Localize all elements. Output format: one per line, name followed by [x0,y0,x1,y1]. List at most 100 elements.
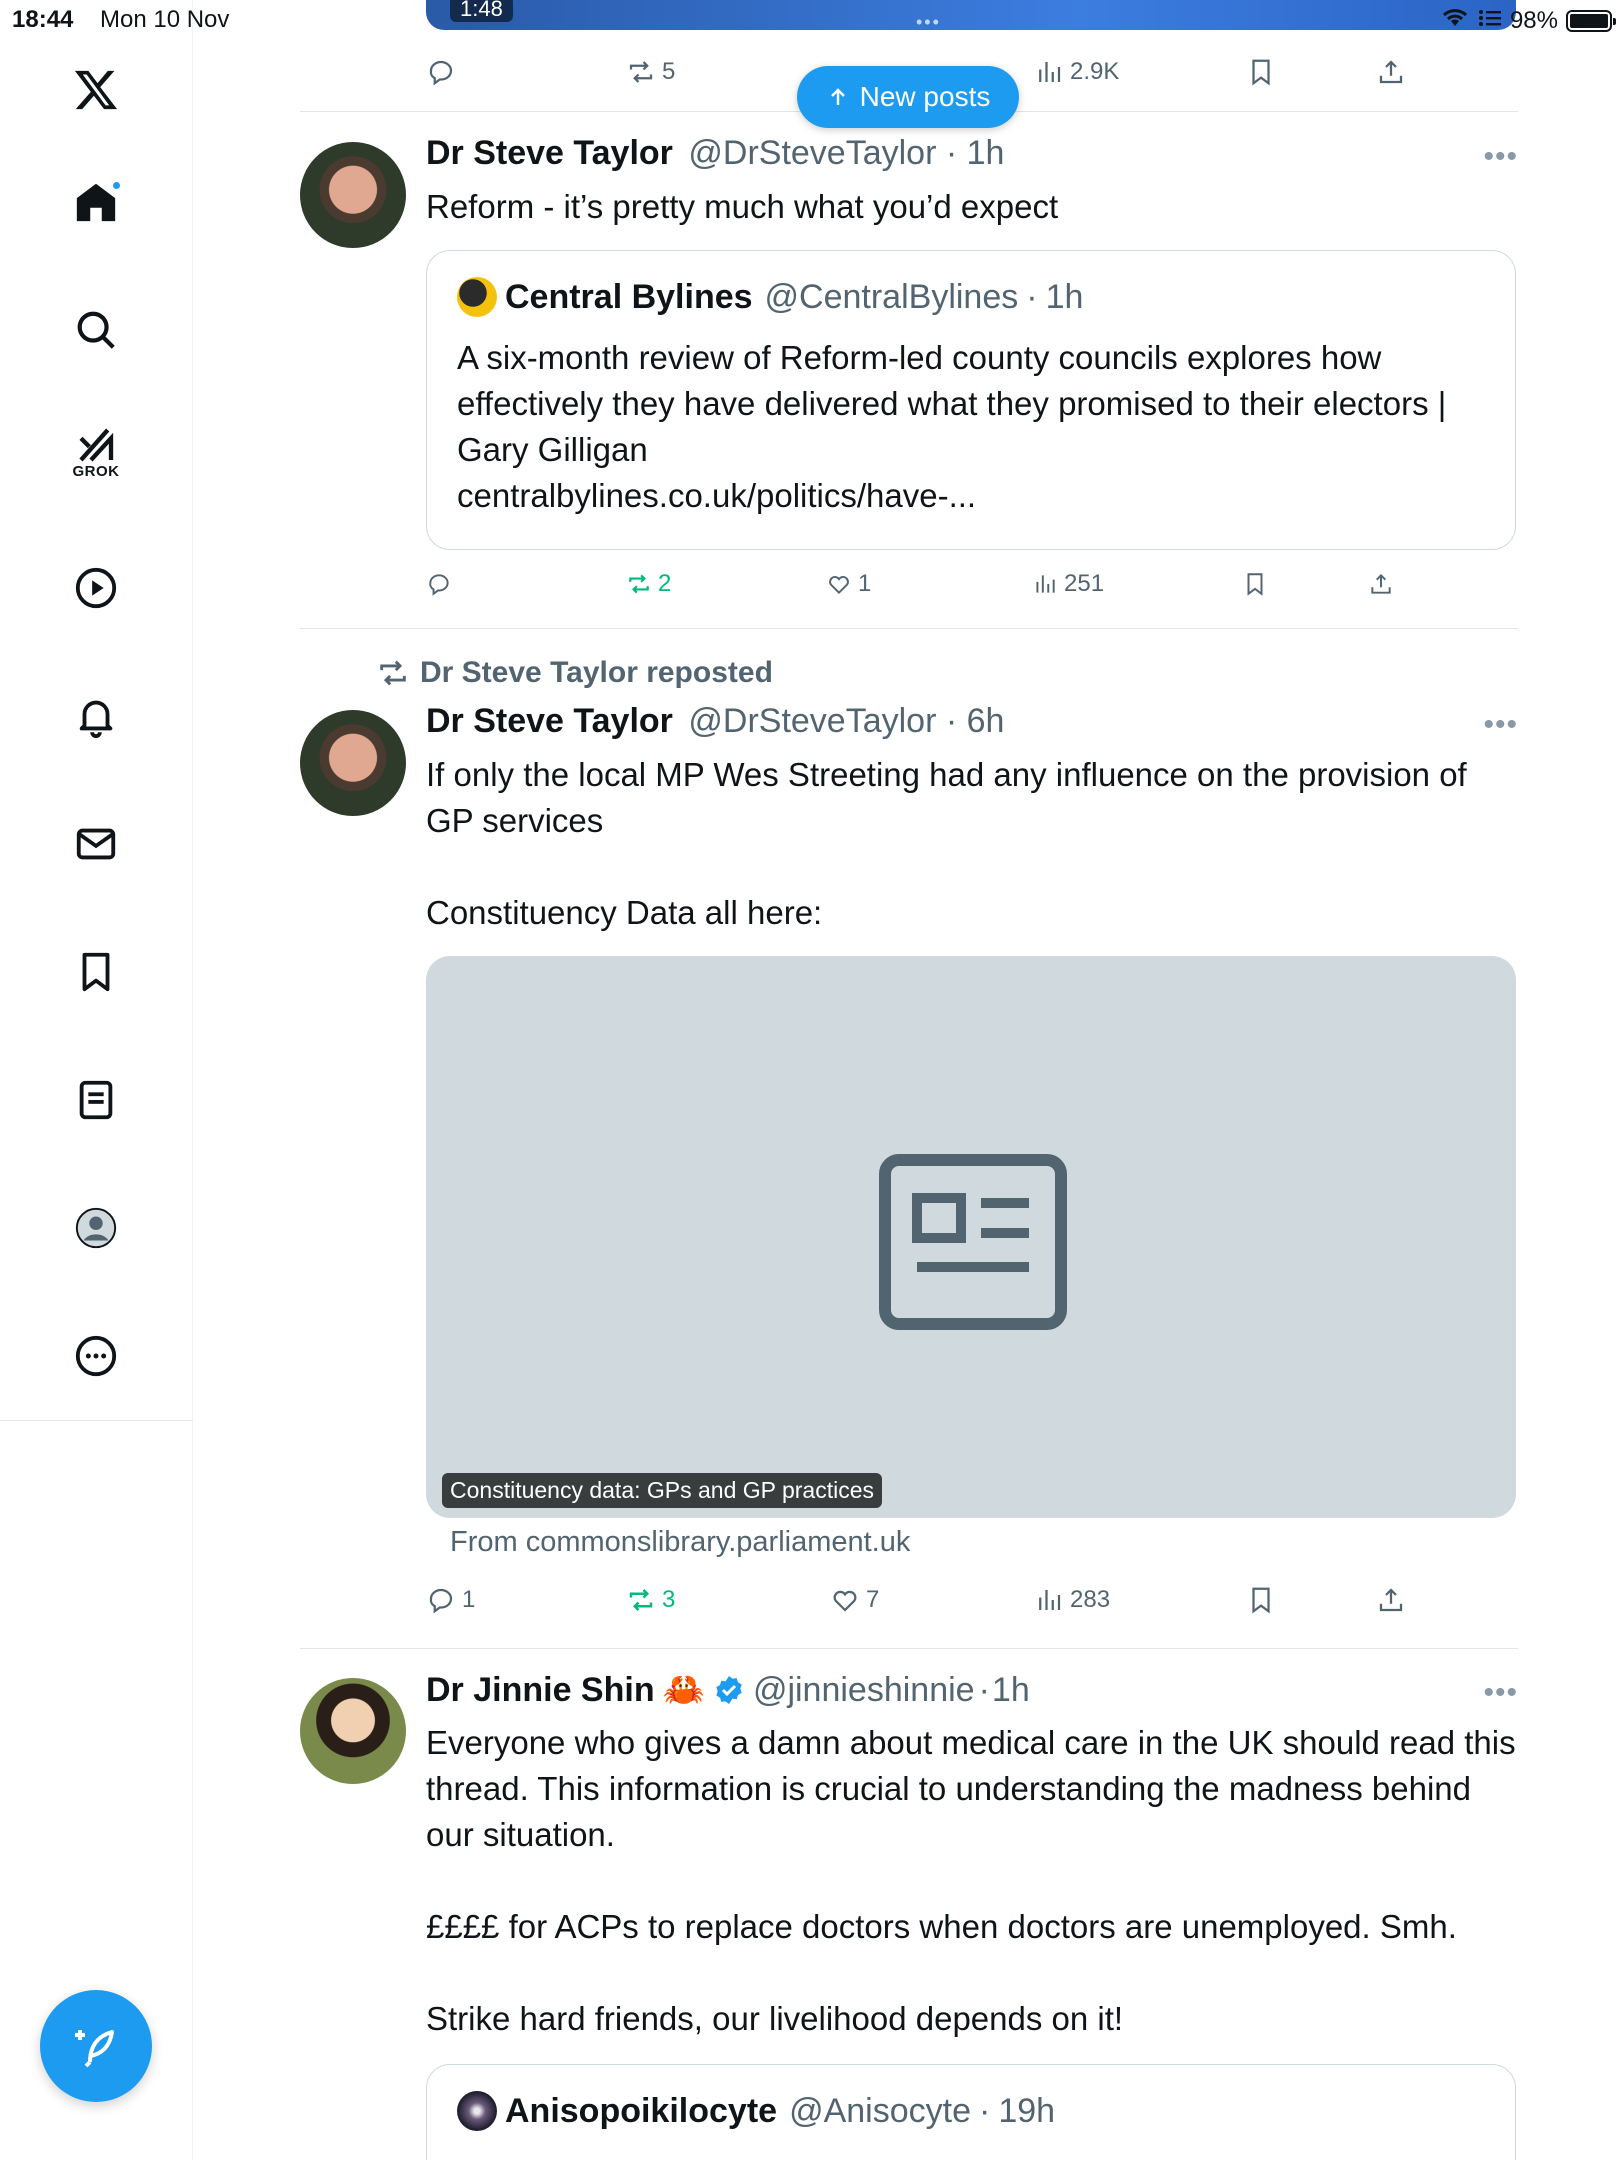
quoted-author-name: Central Bylines [505,277,753,316]
bookmark-button[interactable] [1242,571,1268,597]
post-actions: 1 3 7 283 [426,1578,1426,1622]
bookmark-button[interactable] [1246,57,1276,87]
x-logo[interactable] [56,50,136,130]
reply-count: 1 [462,1586,476,1613]
retweet-count: 3 [662,1586,676,1613]
status-right: 98% [1440,6,1616,35]
sidebar-item-bookmarks[interactable] [56,932,136,1012]
quoted-author-name: Anisopoikilocyte [505,2091,778,2130]
more-options-icon[interactable]: ••• [1483,140,1518,174]
link-card-image[interactable]: Constituency data: GPs and GP practices [426,956,1516,1518]
timeline-feed: 1:48 ••• 5 2.9K New posts Dr Steve Taylo… [300,0,1518,2160]
like-button[interactable]: 7 [830,1585,879,1615]
grok-icon [79,428,114,461]
bookmark-icon [1247,573,1263,596]
views-icon [1039,1590,1061,1610]
quoted-time: 1h [1045,277,1084,316]
share-button[interactable] [1368,571,1394,597]
quoted-author-handle: @Anisocyte [789,2091,971,2130]
author-handle[interactable]: @jinnieshinnie [753,1671,975,1710]
sidebar-divider [0,1420,193,1421]
post-divider [300,1648,1518,1649]
grok-label: GROK [72,462,120,480]
bookmark-button[interactable] [1246,1585,1276,1615]
compose-button[interactable] [40,1990,152,2102]
views-button[interactable]: 283 [1034,1585,1110,1615]
bookmark-icon [1252,1587,1270,1614]
sidebar-item-grok[interactable]: GROK [56,412,136,492]
post-actions: 2 1 251 [426,562,1426,606]
compose-icon [75,2030,114,2068]
sidebar-item-messages[interactable] [56,804,136,884]
post-time[interactable]: 1h [992,1671,1030,1710]
avatar[interactable] [300,1678,406,1784]
share-icon [1379,1588,1403,1612]
new-posts-button[interactable]: New posts [797,66,1019,128]
views-count: 283 [1070,1586,1111,1613]
share-button[interactable] [1376,57,1406,87]
more-options-icon[interactable]: ••• [1483,708,1518,742]
sidebar: GROK [0,0,193,2160]
retweet-count: 2 [658,570,672,597]
retweet-button[interactable]: 3 [626,1585,675,1615]
arrow-up-icon [830,88,845,105]
views-button[interactable]: 2.9K [1034,57,1119,87]
author-name[interactable]: Dr Steve Taylor [426,702,673,740]
bookmark-icon [82,952,110,992]
author-name[interactable]: Dr Steve Taylor [426,134,673,172]
retweet-icon [380,660,406,686]
avatar[interactable] [300,710,406,816]
sidebar-item-home[interactable] [56,162,136,242]
like-button[interactable]: 1 [826,570,871,598]
views-count: 251 [1064,570,1105,597]
repost-label[interactable]: Dr Steve Taylor reposted [420,656,773,690]
retweet-count: 5 [662,58,676,85]
sidebar-item-lists[interactable] [56,1060,136,1140]
quoted-post[interactable]: Anisopoikilocyte @Anisocyte · 19h [426,2064,1516,2160]
retweet-icon [629,574,649,594]
link-card-source[interactable]: From commonslibrary.parliament.uk [450,1526,910,1559]
reply-button[interactable] [426,571,452,597]
quoted-time: 19h [998,2091,1056,2130]
views-button[interactable]: 251 [1032,570,1104,598]
author-name[interactable]: Dr Jinnie Shin [426,1671,655,1710]
more-options-icon[interactable]: ••• [1483,1676,1518,1710]
post-time[interactable]: 1h [967,134,1005,172]
bookmark-icon [1252,59,1270,86]
sidebar-item-video[interactable] [56,548,136,628]
retweet-icon [629,61,653,83]
news-article-icon [879,1154,1067,1330]
reply-button[interactable]: 1 [426,1585,475,1615]
sidebar-item-notifications[interactable] [56,676,136,756]
quoted-avatar [457,277,497,317]
bell-icon [79,700,113,739]
views-icon [1036,575,1055,593]
quoted-header: Anisopoikilocyte @Anisocyte · 19h [457,2091,1055,2131]
repost-indicator: Dr Steve Taylor reposted [376,656,773,690]
retweet-button[interactable]: 5 [626,57,675,87]
quoted-post[interactable]: Central Bylines @CentralBylines · 1h A si… [426,250,1516,550]
profile-icon [75,1207,117,1249]
reply-button[interactable] [426,57,456,87]
status-time: 18:44 [12,6,74,33]
author-emoji: 🦀 [662,1671,705,1709]
quoted-author-handle: @CentralBylines [764,277,1019,316]
share-button[interactable] [1376,1585,1406,1615]
quoted-text: A six-month review of Reform-led county … [457,339,1447,514]
retweet-button[interactable]: 2 [626,570,671,598]
share-icon [1379,60,1403,84]
sidebar-item-more[interactable] [56,1316,136,1396]
author-handle[interactable]: @DrSteveTaylor [688,134,936,172]
reply-icon [429,1588,453,1614]
sidebar-item-profile[interactable] [56,1188,136,1268]
author-handle[interactable]: @DrSteveTaylor [688,702,936,740]
search-icon [77,311,115,349]
like-count: 7 [866,1586,880,1613]
battery-icon [1566,9,1616,32]
sidebar-item-search[interactable] [56,290,136,370]
quoted-avatar [457,2091,497,2131]
post-time[interactable]: 6h [967,702,1005,740]
list-icon [79,1080,113,1120]
avatar[interactable] [300,142,406,248]
post-header: Dr Jinnie Shin 🦀 @jinnieshinnie · 1h [426,1670,1030,1710]
